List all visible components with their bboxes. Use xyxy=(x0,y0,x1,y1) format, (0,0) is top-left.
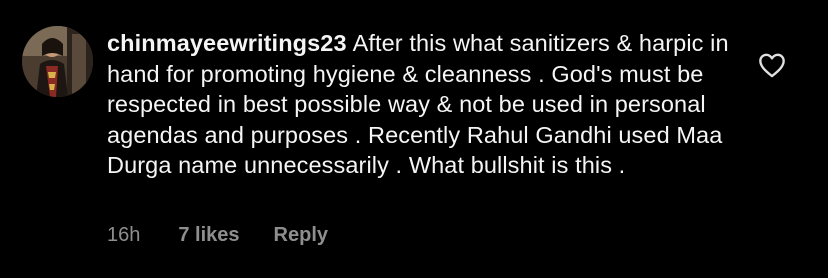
comment-timestamp[interactable]: 16h xyxy=(107,224,140,247)
comment-username[interactable]: chinmayeewritings23 xyxy=(107,30,347,56)
heart-outline-icon[interactable] xyxy=(758,52,786,78)
comment-meta: 16h 7 likes Reply xyxy=(107,224,328,247)
comment-body: chinmayeewritings23 After this what sanit… xyxy=(107,28,747,181)
comment-likes-count[interactable]: 7 likes xyxy=(178,224,239,247)
avatar-photo xyxy=(22,26,93,97)
avatar[interactable] xyxy=(22,26,93,97)
comment-item: chinmayeewritings23 After this what sanit… xyxy=(0,0,828,278)
reply-button[interactable]: Reply xyxy=(274,224,328,247)
